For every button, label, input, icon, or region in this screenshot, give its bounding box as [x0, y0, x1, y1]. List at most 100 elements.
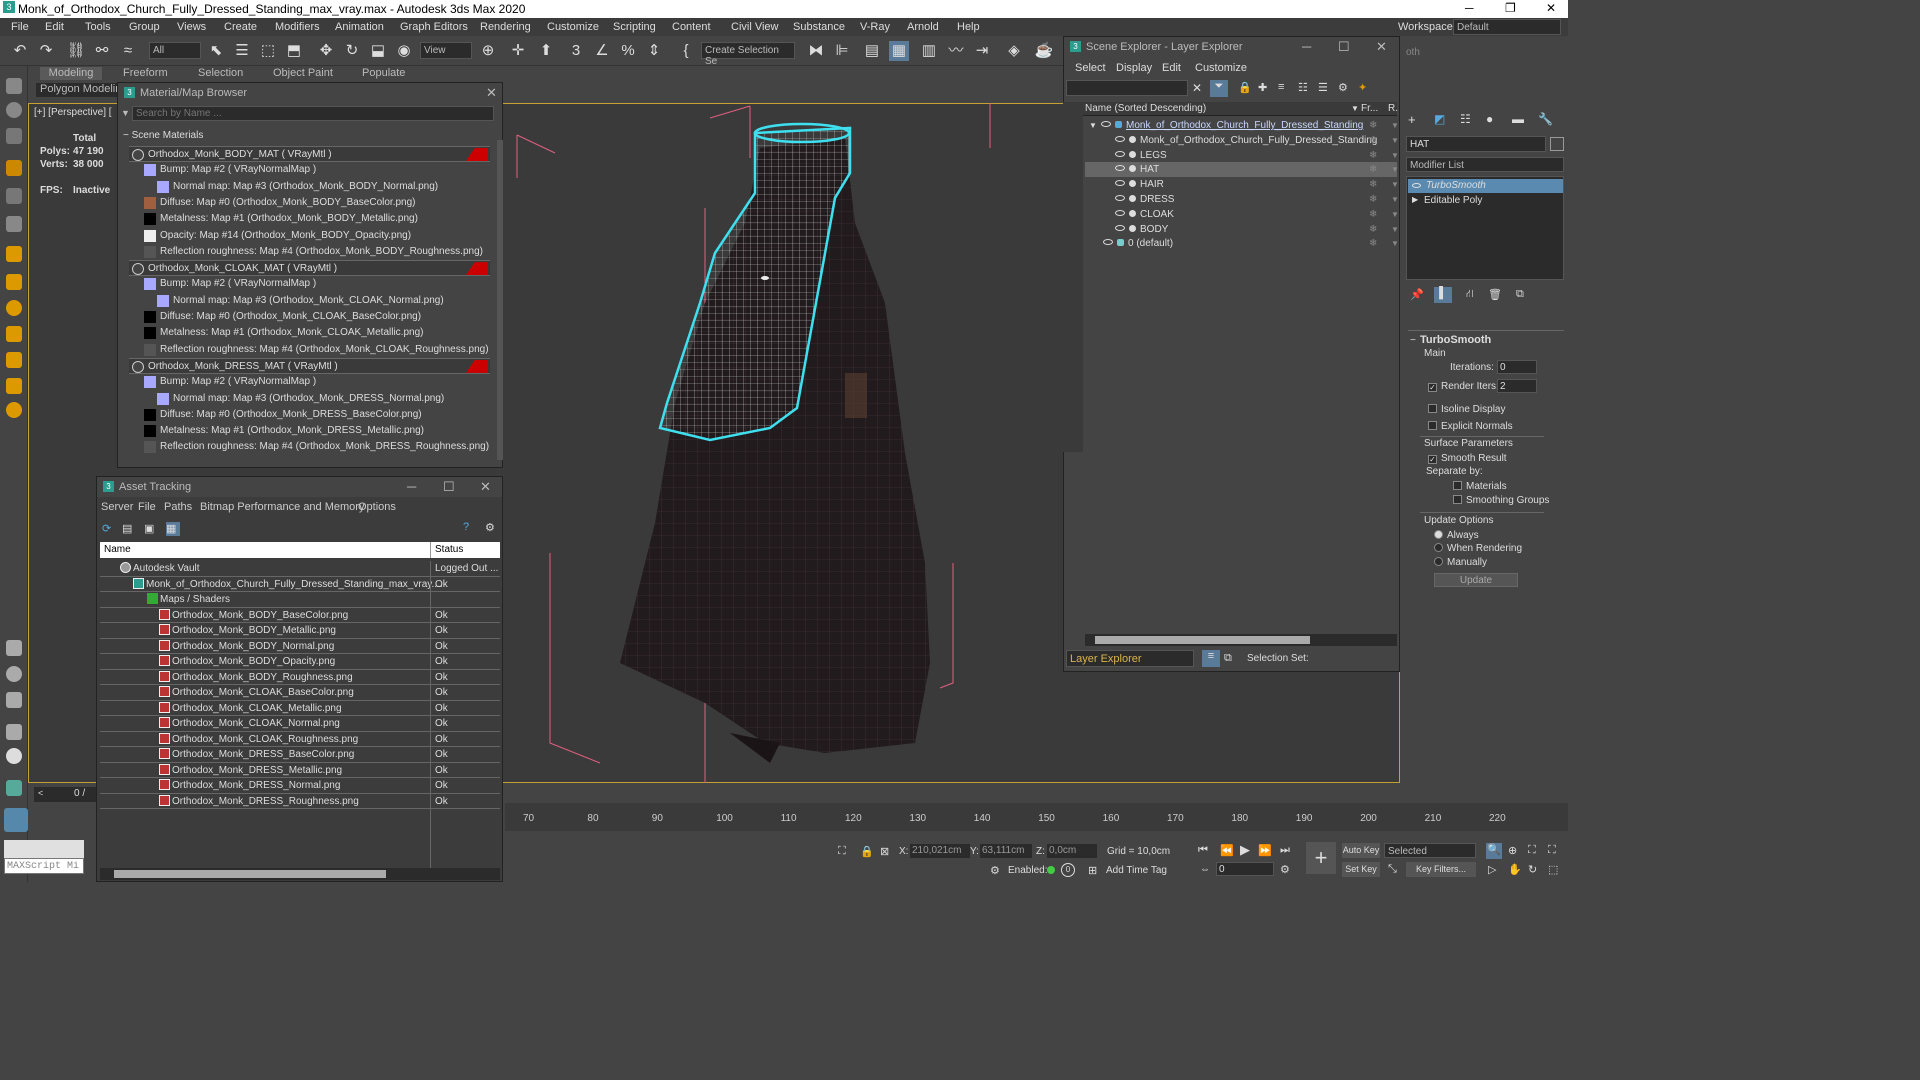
se-menu-edit[interactable]: Edit [1162, 62, 1181, 74]
asset-hscroll-thumb[interactable] [114, 870, 386, 878]
freeze-icon[interactable]: ❄ [1369, 222, 1377, 237]
auto-key-button[interactable]: Auto Key [1342, 843, 1380, 858]
x-coordinate-field[interactable]: 210,021cm [910, 844, 970, 858]
grid-icon[interactable]: ▦ [166, 522, 180, 536]
unlink-icon[interactable]: ⚯ [92, 41, 112, 61]
vray-icon[interactable] [6, 748, 22, 764]
time-tag-icon[interactable]: 0 [1061, 863, 1075, 877]
hammer-icon[interactable] [6, 246, 22, 262]
time-config-icon[interactable]: ⚙ [1280, 863, 1290, 876]
settings-icon[interactable]: ⚙ [485, 521, 495, 534]
material-search-input[interactable] [132, 106, 494, 121]
zoom-extents-all-icon[interactable]: ⛶ [1548, 844, 1556, 857]
menu-animation[interactable]: Animation [335, 21, 384, 33]
thumbnail-icon[interactable]: ▣ [144, 522, 156, 535]
isoline-checkbox[interactable] [1428, 404, 1437, 413]
col-freeze[interactable]: Fr... [1361, 102, 1378, 116]
asset-row[interactable]: Maps / Shaders [100, 592, 500, 608]
orbit-icon[interactable]: ↻ [1528, 863, 1537, 876]
viewport-label[interactable]: [+] [Perspective] [ [34, 107, 112, 118]
materials-row[interactable]: Materials [1453, 481, 1507, 492]
map-row[interactable]: Diffuse: Map #0 (Orthodox_Monk_DRESS_Bas… [129, 407, 490, 423]
asset-row[interactable]: Orthodox_Monk_BODY_BaseColor.png Ok [100, 607, 500, 623]
asset-row[interactable]: Orthodox_Monk_CLOAK_Roughness.png Ok [100, 731, 500, 747]
eye-icon[interactable] [1115, 180, 1125, 187]
create-icon[interactable] [6, 78, 22, 94]
asset-row[interactable]: Monk_of_Orthodox_Church_Fully_Dressed_St… [100, 576, 500, 592]
freeze-icon[interactable]: ❄ [1369, 133, 1377, 148]
tab-object-paint[interactable]: Object Paint [273, 67, 333, 79]
z-coordinate-field[interactable]: 0,0cm [1047, 844, 1097, 858]
layer-row[interactable]: LEGS ❄ ▼ [1085, 148, 1399, 163]
eye-icon[interactable] [1115, 135, 1125, 142]
se-menu-select[interactable]: Select [1075, 62, 1106, 74]
asset-row[interactable]: Orthodox_Monk_DRESS_Metallic.png Ok [100, 762, 500, 778]
eye-icon[interactable] [1103, 239, 1113, 246]
map-row[interactable]: Bump: Map #2 ( VRayNormalMap ) [129, 374, 490, 390]
ribbon-polygon-modeling[interactable]: Polygon Modeling [36, 83, 118, 97]
schematic-view-icon[interactable]: ⇥ [972, 41, 992, 61]
menu-group[interactable]: Group [129, 21, 160, 33]
toggle-layer-explorer-icon[interactable]: ▦ [889, 41, 909, 61]
pivot-icon[interactable]: ⊕ [478, 41, 498, 61]
render-icon[interactable]: ▼ [1391, 207, 1399, 222]
eye-icon[interactable] [1412, 183, 1421, 188]
hierarchy-tab-icon[interactable]: ☷ [1460, 112, 1471, 126]
freeze-icon[interactable]: ❄ [1369, 162, 1377, 177]
select-object-icon[interactable]: ⬉ [206, 41, 226, 61]
render-icon[interactable]: ▼ [1391, 236, 1399, 251]
sort-arrow-icon[interactable]: ▼ [1351, 102, 1359, 116]
cloud-icon[interactable] [4, 808, 28, 832]
material-editor-icon[interactable]: ◈ [1004, 41, 1024, 61]
ribbon-icon[interactable]: ▥ [919, 41, 939, 61]
layer-row[interactable]: HAT ❄ ▼ [1085, 162, 1399, 178]
asset-row[interactable]: Orthodox_Monk_CLOAK_Metallic.png Ok [100, 700, 500, 716]
snap-3d-icon[interactable]: 3 [566, 41, 586, 61]
map-row[interactable]: Normal map: Map #3 (Orthodox_Monk_CLOAK_… [129, 293, 490, 309]
map-row[interactable]: Normal map: Map #3 (Orthodox_Monk_BODY_N… [129, 179, 490, 195]
isolate-icon[interactable]: ⛶ [838, 845, 846, 858]
select-manipulate-icon[interactable]: ✛ [508, 41, 528, 61]
redo-icon[interactable]: ↷ [36, 41, 56, 61]
explicit-normals-row[interactable]: Explicit Normals [1428, 421, 1513, 432]
asset-row[interactable]: Orthodox_Monk_BODY_Roughness.png Ok [100, 669, 500, 685]
map-row[interactable]: Reflection roughness: Map #4 (Orthodox_M… [129, 342, 490, 358]
toggle-scene-explorer-icon[interactable]: ▤ [862, 41, 882, 61]
layer-row[interactable]: BODY ❄ ▼ [1085, 222, 1399, 237]
at-menu-file[interactable]: File [138, 501, 156, 513]
absolute-mode-icon[interactable]: ⊠ [880, 845, 889, 858]
rect-selection-icon[interactable]: ⬚ [258, 41, 278, 61]
explorer-type-dropdown[interactable]: Layer Explorer [1066, 650, 1194, 667]
layers-stack-icon[interactable]: ≡ [1278, 81, 1284, 93]
bind-spacewarp-icon[interactable]: ≈ [118, 41, 138, 61]
eye-icon[interactable] [1101, 121, 1111, 127]
when-rendering-row[interactable]: When Rendering [1434, 543, 1522, 554]
asset-row[interactable]: Autodesk Vault Logged Out ... [100, 561, 500, 577]
menu-scripting[interactable]: Scripting [613, 21, 656, 33]
window-crossing-icon[interactable]: ⬒ [284, 41, 304, 61]
refresh-icon[interactable]: ⟳ [102, 522, 114, 535]
sceneexplorer-toggle-icon[interactable]: ⧉ [1224, 652, 1232, 665]
object-name-field[interactable] [1406, 136, 1546, 152]
time-slider-left-icon[interactable]: < [38, 788, 43, 798]
manually-row[interactable]: Manually [1434, 557, 1487, 568]
menu-help[interactable]: Help [957, 21, 980, 33]
maximize-icon[interactable]: ☐ [443, 477, 455, 497]
search-arrow-icon[interactable]: ▼ [121, 108, 130, 118]
material-scrollbar[interactable] [497, 140, 503, 460]
layer-row[interactable]: HAIR ❄ ▼ [1085, 177, 1399, 192]
materials-checkbox[interactable] [1453, 481, 1462, 490]
set-key-big-icon[interactable]: + [1306, 842, 1336, 874]
current-frame-field[interactable] [1216, 862, 1274, 876]
undo-icon[interactable]: ↶ [10, 41, 30, 61]
fov-icon[interactable]: ▷ [1488, 863, 1496, 876]
next-frame-icon[interactable]: ⏩ [1258, 844, 1272, 857]
render-icon[interactable]: ▼ [1391, 222, 1399, 237]
helper-icon[interactable] [6, 216, 22, 232]
scene-search-input[interactable] [1066, 80, 1188, 96]
key-mode-icon[interactable]: ⇔ [1200, 864, 1210, 875]
close-icon[interactable]: ✕ [480, 477, 491, 497]
play-icon[interactable]: ▶ [1240, 842, 1250, 858]
col-name-sorted[interactable]: Name (Sorted Descending) [1085, 102, 1206, 116]
sphere-icon[interactable] [6, 102, 22, 118]
